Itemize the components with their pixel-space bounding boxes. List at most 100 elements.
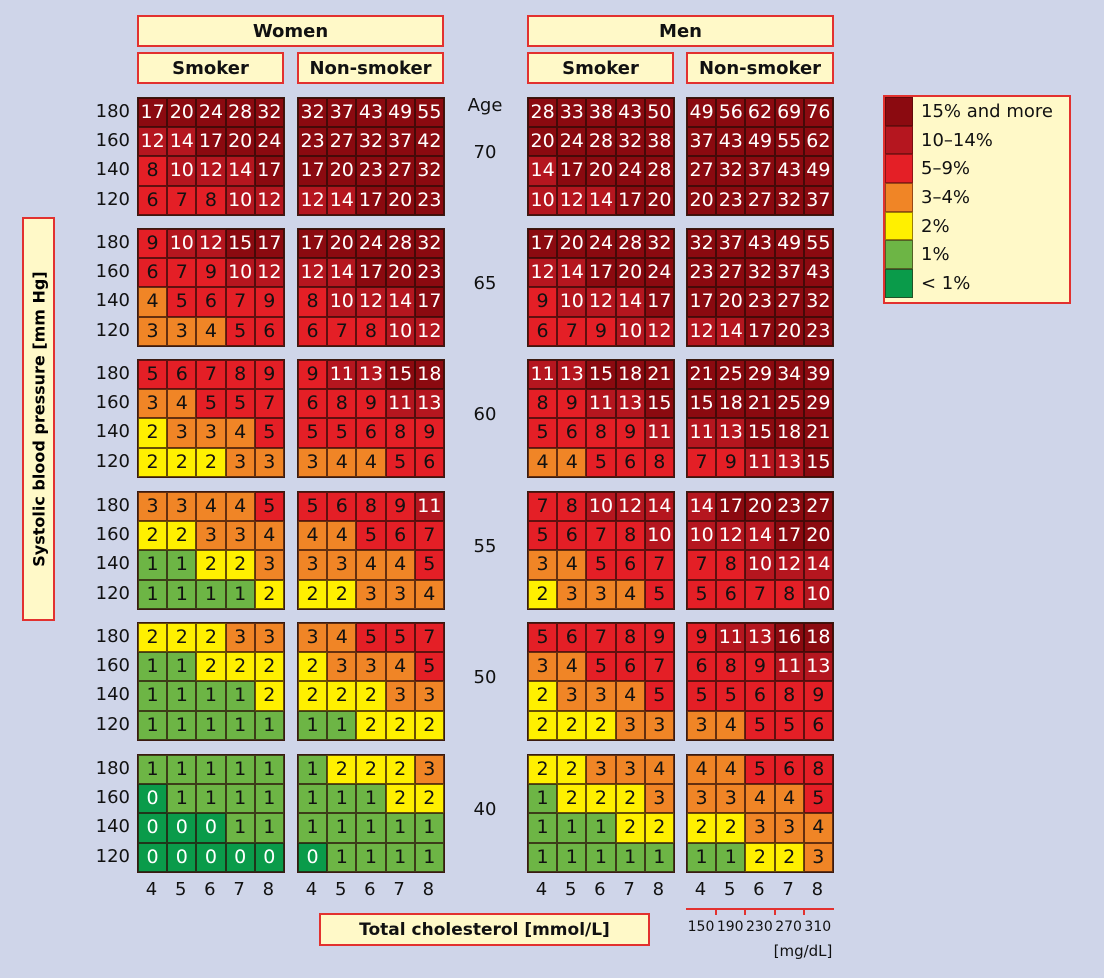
risk-cell: 17: [528, 229, 558, 259]
panel-women-smoker-age-65: 9 10 12 15 17 6 7 9 10 12 4 5 6 7 9 3 3 4 5 6: [137, 228, 285, 347]
risk-cell: 0: [196, 842, 226, 872]
risk-cell: 2: [138, 623, 168, 653]
risk-cell: 4: [196, 492, 226, 522]
risk-cell: 2: [414, 784, 444, 814]
risk-cell: 20: [327, 229, 357, 259]
risk-cell: 1: [196, 681, 226, 711]
risk-cell: 3: [225, 521, 255, 551]
risk-cell: 9: [644, 623, 674, 653]
panel-men-non-smoker-age-55: 14 17 20 23 27 10 12 14 17 20 7 8 10 12 14 5 6 7 8 10: [686, 491, 834, 610]
risk-cell: 23: [774, 492, 804, 522]
risk-cell: 7: [644, 652, 674, 682]
risk-cell: 7: [225, 287, 255, 317]
sbp-label: 180: [95, 758, 130, 779]
risk-cell: 11: [327, 360, 357, 390]
legend-label: 10–14%: [921, 129, 993, 151]
risk-cell: 1: [528, 813, 558, 843]
risk-cell: 5: [356, 521, 386, 551]
risk-cell: 55: [803, 229, 833, 259]
cholesterol-tick: 4: [145, 879, 158, 900]
risk-cell: 3: [298, 623, 328, 653]
risk-cell: 1: [167, 579, 197, 609]
risk-cell: 1: [356, 784, 386, 814]
risk-cell: 8: [225, 360, 255, 390]
women-non-smoker-header: Non-smoker: [297, 52, 444, 84]
risk-cell: 10: [528, 185, 558, 215]
risk-cell: 7: [167, 185, 197, 215]
risk-cell: 8: [774, 579, 804, 609]
risk-cell: 4: [557, 652, 587, 682]
risk-cell: 7: [414, 623, 444, 653]
risk-cell: 2: [356, 755, 386, 785]
risk-cell: 18: [774, 418, 804, 448]
legend-label: 1%: [921, 244, 950, 266]
sbp-label: 140: [95, 290, 130, 312]
risk-cell: 2: [167, 447, 197, 477]
legend-item: 3–4%: [885, 183, 1069, 212]
risk-cell: 4: [167, 389, 197, 419]
sbp-label: 180: [95, 495, 130, 516]
risk-cell: 11: [716, 623, 746, 653]
risk-cell: 18: [803, 623, 833, 653]
risk-cell: 1: [196, 755, 226, 785]
risk-cell: 3: [225, 447, 255, 477]
risk-cell: 6: [615, 550, 645, 580]
risk-cell: 49: [745, 127, 775, 157]
risk-cell: 12: [774, 550, 804, 580]
risk-cell: 5: [167, 287, 197, 317]
legend-item: < 1%: [885, 269, 1069, 298]
risk-cell: 6: [615, 447, 645, 477]
risk-cell: 7: [687, 447, 717, 477]
risk-cell: 3: [687, 784, 717, 814]
sbp-label: 180: [95, 232, 130, 253]
risk-cell: 28: [528, 98, 558, 128]
risk-cell: 14: [327, 258, 357, 288]
risk-cell: 7: [254, 389, 284, 419]
risk-cell: 4: [803, 813, 833, 843]
risk-cell: 9: [298, 360, 328, 390]
legend-swatch: [885, 125, 913, 155]
risk-cell: 7: [414, 521, 444, 551]
risk-cell: 2: [167, 521, 197, 551]
risk-cell: 23: [803, 316, 833, 346]
risk-cell: 25: [716, 360, 746, 390]
risk-cell: 32: [356, 127, 386, 157]
risk-cell: 2: [644, 813, 674, 843]
risk-cell: 6: [327, 492, 357, 522]
risk-cell: 1: [327, 813, 357, 843]
risk-cell: 1: [414, 813, 444, 843]
risk-cell: 4: [356, 447, 386, 477]
risk-cell: 3: [774, 813, 804, 843]
risk-cell: 12: [716, 521, 746, 551]
panel-women-smoker-age-50: 22233112221111211111: [137, 622, 285, 741]
sbp-label: 180: [95, 101, 130, 122]
risk-cell: 11: [385, 389, 415, 419]
risk-cell: 3: [356, 579, 386, 609]
risk-cell: 1: [167, 710, 197, 740]
risk-cell: 1: [225, 579, 255, 609]
risk-cell: 1: [138, 579, 168, 609]
risk-cell: 1: [225, 813, 255, 843]
risk-cell: 76: [803, 98, 833, 128]
risk-cell: 27: [745, 185, 775, 215]
risk-cell: 13: [803, 652, 833, 682]
risk-cell: 3: [298, 447, 328, 477]
panel-women-non-smoker-age-55: 5 6 8 9 11 4 4 5 6 7 3 3 4 4 5 2 2 3 3 4: [297, 491, 445, 610]
risk-cell: 0: [254, 842, 284, 872]
risk-cell: 2: [385, 755, 415, 785]
risk-cell: 14: [327, 185, 357, 215]
risk-cell: 1: [615, 842, 645, 872]
risk-cell: 10: [615, 316, 645, 346]
legend-swatch: [885, 154, 913, 184]
cholesterol-tick: 6: [204, 879, 216, 900]
risk-cell: 8: [615, 623, 645, 653]
risk-cell: 0: [225, 842, 255, 872]
risk-cell: 0: [138, 842, 168, 872]
cholesterol-tick: 7: [782, 879, 794, 900]
risk-cell: 2: [745, 842, 775, 872]
risk-cell: 43: [803, 258, 833, 288]
risk-cell: 21: [687, 360, 717, 390]
risk-cell: 43: [745, 229, 775, 259]
risk-cell: 1: [557, 813, 587, 843]
risk-cell: 9: [528, 287, 558, 317]
